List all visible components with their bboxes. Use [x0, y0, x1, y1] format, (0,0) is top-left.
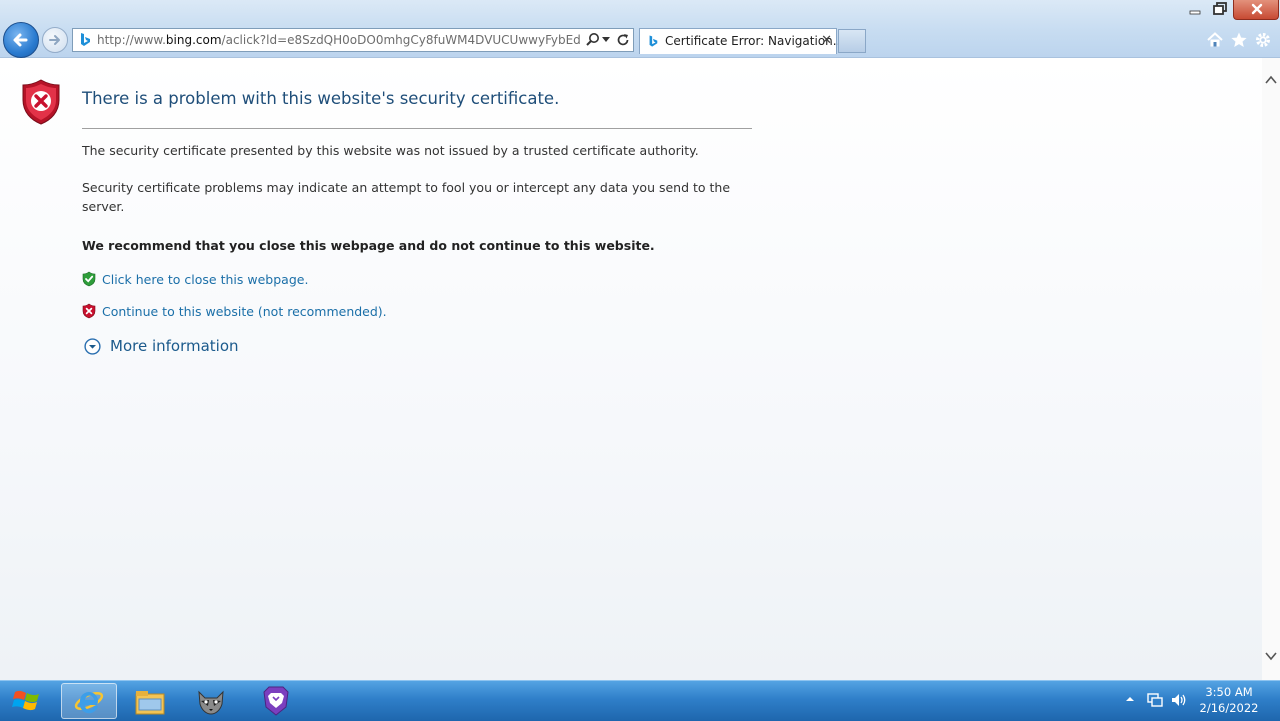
- taskbar-internet-explorer[interactable]: [61, 683, 117, 719]
- continue-website-link[interactable]: Continue to this website (not recommende…: [102, 304, 387, 319]
- green-shield-icon: [82, 271, 96, 287]
- close-icon: [1251, 3, 1263, 15]
- continue-website-row: Continue to this website (not recommende…: [82, 302, 387, 320]
- tab-title: Certificate Error: Navigation...: [665, 34, 845, 48]
- taskbar-brave[interactable]: [248, 683, 304, 719]
- divider: [82, 128, 752, 129]
- url-text[interactable]: http://www.bing.com/aclick?ld=e8SzdQH0oD…: [97, 33, 581, 47]
- forward-button[interactable]: [42, 27, 68, 53]
- minimize-button[interactable]: [1182, 0, 1208, 20]
- restore-icon: [1213, 2, 1227, 15]
- volume-icon[interactable]: [1170, 692, 1188, 708]
- tab-close-button[interactable]: ✕: [821, 33, 832, 48]
- forward-arrow-icon: [49, 35, 60, 45]
- red-shield-icon: [82, 303, 96, 319]
- certificate-message: The security certificate presented by th…: [82, 143, 699, 158]
- scroll-down-arrow-icon[interactable]: [1262, 648, 1280, 664]
- address-bar[interactable]: http://www.bing.com/aclick?ld=e8SzdQH0oD…: [72, 28, 634, 52]
- taskbar: [0, 680, 1280, 721]
- clock-date: 2/16/2022: [1199, 701, 1259, 715]
- home-icon[interactable]: [1206, 31, 1224, 49]
- dropdown-icon[interactable]: [602, 37, 611, 43]
- taskbar-raccoon-app[interactable]: [183, 683, 239, 719]
- favorites-star-icon[interactable]: [1230, 31, 1248, 49]
- page-title: There is a problem with this website's s…: [82, 89, 560, 108]
- back-button[interactable]: [3, 22, 39, 58]
- vertical-scrollbar[interactable]: [1262, 58, 1280, 680]
- system-clock[interactable]: 3:50 AM 2/16/2022: [1196, 684, 1262, 716]
- browser-toolbar: http://www.bing.com/aclick?ld=e8SzdQH0oD…: [0, 0, 1280, 58]
- brave-icon: [263, 686, 289, 716]
- ie-icon: [74, 691, 104, 714]
- search-icon[interactable]: [585, 32, 601, 48]
- refresh-icon[interactable]: [615, 32, 631, 48]
- recommendation-text: We recommend that you close this webpage…: [82, 238, 655, 253]
- clock-time: 3:50 AM: [1205, 685, 1253, 699]
- bing-icon: [649, 35, 658, 47]
- minimize-icon: [1189, 10, 1201, 15]
- taskbar-file-explorer[interactable]: [122, 683, 178, 719]
- new-tab-button[interactable]: [838, 29, 866, 53]
- expand-circle-icon: [84, 337, 101, 355]
- security-warning-message: Security certificate problems may indica…: [82, 180, 731, 214]
- close-webpage-row: Click here to close this webpage.: [82, 270, 308, 288]
- windows-start-icon: [12, 690, 39, 711]
- window-close-button[interactable]: [1233, 0, 1279, 20]
- tray-arrow-icon[interactable]: [1125, 695, 1135, 703]
- scroll-up-arrow-icon[interactable]: [1262, 72, 1280, 88]
- bing-icon: [81, 33, 90, 46]
- close-webpage-link[interactable]: Click here to close this webpage.: [102, 272, 308, 287]
- more-information-link[interactable]: More information: [110, 337, 239, 355]
- close-icon: ✕: [821, 33, 832, 48]
- more-information-toggle[interactable]: More information: [84, 337, 239, 355]
- restore-button[interactable]: [1208, 0, 1232, 20]
- file-explorer-icon: [135, 691, 165, 715]
- network-icon[interactable]: [1146, 692, 1164, 708]
- gear-icon[interactable]: [1254, 31, 1272, 49]
- raccoon-app-icon: [198, 690, 224, 715]
- tab-certificate-error[interactable]: Certificate Error: Navigation... ✕: [639, 28, 844, 54]
- start-button[interactable]: [0, 683, 54, 719]
- error-shield-icon: [22, 79, 60, 125]
- back-arrow-icon: [13, 33, 28, 47]
